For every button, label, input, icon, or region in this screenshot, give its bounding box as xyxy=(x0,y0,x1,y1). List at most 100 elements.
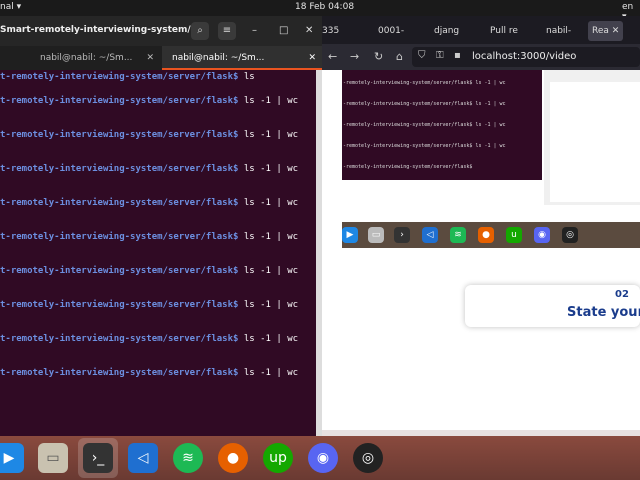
terminal-titlebar: Smart-remotely-interviewing-system/... ⌕… xyxy=(0,16,322,46)
shared-screen-preview: -remotely-interviewing-system/server/fla… xyxy=(342,70,542,180)
prompt-path: t-remotely-interviewing-system/server/fl… xyxy=(0,232,239,242)
zoom-icon[interactable]: ▶ xyxy=(0,443,24,473)
browser-tab-strip: 335 0001- djang Pull re nabil- Rea ✕ xyxy=(322,16,640,44)
terminal-line: t-remotely-interviewing-system/server/fl… xyxy=(0,164,298,174)
upwork-icon: u xyxy=(506,227,522,243)
zoom-icon: ▶ xyxy=(342,227,358,243)
terminal-window: Smart-remotely-interviewing-system/... ⌕… xyxy=(0,16,322,436)
tab-label: djang xyxy=(434,26,460,36)
prompt-path: t-remotely-interviewing-system/server/fl… xyxy=(0,334,239,344)
embed-line: -remotely-interviewing-system/server/fla… xyxy=(343,80,506,86)
tab-label: nabil- xyxy=(546,26,572,36)
prompt-path: t-remotely-interviewing-system/server/fl… xyxy=(0,96,239,106)
clock[interactable]: 18 Feb 04:08 xyxy=(295,2,354,12)
prompt-path: t-remotely-interviewing-system/server/fl… xyxy=(0,198,239,208)
browser-tab[interactable]: Pull re xyxy=(490,21,518,41)
command-text: ls -1 | wc xyxy=(238,198,299,208)
terminal-line: t-remotely-interviewing-system/server/fl… xyxy=(0,130,298,140)
page-content: -remotely-interviewing-system/server/fla… xyxy=(322,70,640,436)
command-text: ls xyxy=(238,72,255,82)
browser-tab[interactable]: 0001- xyxy=(378,21,404,41)
files-icon: ▭ xyxy=(368,227,384,243)
terminal-line: t-remotely-interviewing-system/server/fl… xyxy=(0,300,298,310)
terminal-line: t-remotely-interviewing-system/server/fl… xyxy=(0,266,298,276)
shield-icon[interactable]: ⛉ xyxy=(418,50,426,61)
terminal-line: t-remotely-interviewing-system/server/fl… xyxy=(0,368,298,378)
browser-tab[interactable]: djang xyxy=(434,21,459,41)
terminal-line: t-remotely-interviewing-system/server/fl… xyxy=(0,232,298,242)
url-text: localhost:3000/video xyxy=(472,51,577,62)
terminal-line: t-remotely-interviewing-system/server/fl… xyxy=(0,198,298,208)
command-text: ls -1 | wc xyxy=(238,368,299,378)
terminal-line: t-remotely-interviewing-system/server/fl… xyxy=(0,72,255,82)
tab-label: Rea xyxy=(592,26,609,36)
embed-line: -remotely-interviewing-system/server/fla… xyxy=(343,101,506,107)
upwork-icon[interactable]: up xyxy=(263,443,293,473)
shared-screen-side xyxy=(544,70,640,205)
question-card: 02 State your xyxy=(465,285,640,327)
search-icon[interactable]: ⌕ xyxy=(191,22,209,40)
terminal-icon: › xyxy=(394,227,410,243)
command-text: ls -1 | wc xyxy=(238,164,299,174)
app-menu[interactable]: nal ▾ xyxy=(0,2,21,12)
home-icon[interactable]: ⌂ xyxy=(396,50,403,63)
tab-label: nabil@nabil: ~/Sm... xyxy=(172,53,265,63)
reload-icon[interactable]: ↻ xyxy=(374,50,383,63)
prompt-path: t-remotely-interviewing-system/server/fl… xyxy=(0,300,239,310)
firefox-icon[interactable]: ● xyxy=(218,443,248,473)
dock: ▶ ▭ ›_ ◁ ≋ ● up ◉ ◎ xyxy=(0,436,640,480)
address-bar[interactable]: ⛉ ⚿ ▪ localhost:3000/video xyxy=(412,47,640,67)
hamburger-menu-icon[interactable]: ≡ xyxy=(218,22,236,40)
discord-icon: ◉ xyxy=(534,227,550,243)
command-text: ls -1 | wc xyxy=(238,334,299,344)
forward-icon[interactable]: → xyxy=(350,50,359,63)
camera-icon[interactable]: ▪ xyxy=(454,50,461,61)
command-text: ls -1 | wc xyxy=(238,130,299,140)
terminal-output[interactable]: t-remotely-interviewing-system/server/fl… xyxy=(0,70,316,436)
command-text: ls -1 | wc xyxy=(238,96,299,106)
maximize-icon[interactable]: □ xyxy=(279,25,288,36)
prompt-path: t-remotely-interviewing-system/server/fl… xyxy=(0,164,239,174)
browser-tab[interactable]: nabil- xyxy=(546,21,571,41)
files-icon[interactable]: ▭ xyxy=(38,443,68,473)
obs-icon[interactable]: ◎ xyxy=(353,443,383,473)
embedded-dock: ▶ ▭ › ◁ ≋ ● u ◉ ◎ xyxy=(342,222,640,248)
terminal-tab-active[interactable]: nabil@nabil: ~/Sm... ✕ xyxy=(162,46,322,70)
side-panel xyxy=(550,82,640,202)
terminal-icon[interactable]: ›_ xyxy=(83,443,113,473)
terminal-tabs: nabil@nabil: ~/Sm... ✕ nabil@nabil: ~/Sm… xyxy=(0,46,322,70)
prompt-path: t-remotely-interviewing-system/server/fl… xyxy=(0,368,239,378)
firefox-icon: ● xyxy=(478,227,494,243)
command-text: ls -1 | wc xyxy=(238,232,299,242)
lock-icon[interactable]: ⚿ xyxy=(436,50,444,61)
terminal-tab[interactable]: nabil@nabil: ~/Sm... ✕ xyxy=(0,46,160,70)
close-tab-icon[interactable]: ✕ xyxy=(146,46,154,70)
browser-tab-active[interactable]: Rea ✕ xyxy=(588,21,624,41)
tab-label: Pull re xyxy=(490,26,518,36)
tab-label: 335 xyxy=(322,26,340,36)
tab-label: nabil@nabil: ~/Sm... xyxy=(40,53,133,63)
close-tab-icon[interactable]: ✕ xyxy=(308,46,316,70)
prompt-path: t-remotely-interviewing-system/server/fl… xyxy=(0,130,239,140)
terminal-title: Smart-remotely-interviewing-system/... xyxy=(0,25,201,35)
terminal-line: t-remotely-interviewing-system/server/fl… xyxy=(0,334,298,344)
tab-label: 0001- xyxy=(378,26,405,36)
embed-line: -remotely-interviewing-system/server/fla… xyxy=(343,164,473,170)
question-text: State your xyxy=(567,305,640,320)
vscode-icon[interactable]: ◁ xyxy=(128,443,158,473)
browser-tab[interactable]: 335 xyxy=(322,21,339,41)
close-icon[interactable]: ✕ xyxy=(305,25,313,36)
command-text: ls -1 | wc xyxy=(238,266,299,276)
vscode-icon: ◁ xyxy=(422,227,438,243)
browser-navbar: ← → ↻ ⌂ ⛉ ⚿ ▪ localhost:3000/video xyxy=(322,44,640,70)
minimize-icon[interactable]: – xyxy=(252,25,257,36)
prompt-path: t-remotely-interviewing-system/server/fl… xyxy=(0,266,239,276)
prompt-path: t-remotely-interviewing-system/server/fl… xyxy=(0,72,239,82)
spotify-icon: ≋ xyxy=(450,227,466,243)
discord-icon[interactable]: ◉ xyxy=(308,443,338,473)
back-icon[interactable]: ← xyxy=(328,50,337,63)
browser-window: 335 0001- djang Pull re nabil- Rea ✕ ← →… xyxy=(322,16,640,436)
spotify-icon[interactable]: ≋ xyxy=(173,443,203,473)
embed-line: -remotely-interviewing-system/server/fla… xyxy=(343,143,506,149)
question-number: 02 xyxy=(615,289,629,300)
